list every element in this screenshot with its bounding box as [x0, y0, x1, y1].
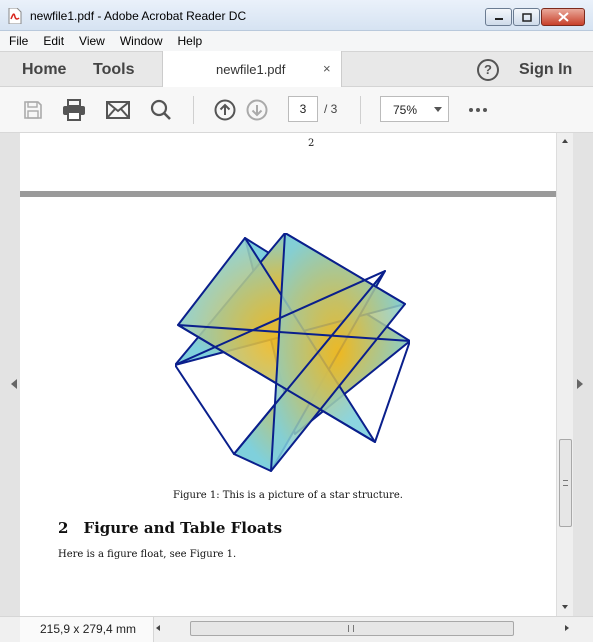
close-window-button[interactable] — [541, 8, 585, 26]
right-pane-gutter — [573, 133, 593, 616]
status-bar: 215,9 x 279,4 mm — [0, 616, 593, 642]
more-tools-button[interactable] — [469, 108, 487, 112]
scroll-left-icon[interactable] — [156, 625, 160, 631]
body-text: Here is a figure float, see Figure 1. — [58, 549, 237, 560]
pdf-page-2: 2 — [20, 133, 556, 191]
document-viewer[interactable]: 2 Figure 1: This is a picture of a star … — [0, 133, 593, 616]
more-icon — [469, 108, 473, 112]
scroll-right-icon[interactable] — [565, 625, 569, 631]
minimize-button[interactable] — [485, 8, 512, 26]
page-dimensions: 215,9 x 279,4 mm — [20, 617, 154, 642]
page-number: 2 — [308, 138, 315, 149]
chevron-down-icon — [434, 107, 442, 112]
section-title: Figure and Table Floats — [83, 519, 283, 537]
more-icon-dot — [483, 108, 487, 112]
scroll-up-icon[interactable] — [562, 139, 568, 143]
left-pane-gutter — [0, 133, 20, 616]
sign-in-button[interactable]: Sign In — [519, 61, 572, 79]
menu-help[interactable]: Help — [178, 34, 203, 48]
page-up-icon — [214, 99, 236, 121]
section-heading: 2 Figure and Table Floats — [58, 519, 282, 537]
more-icon-dot — [476, 108, 480, 112]
menu-file[interactable]: File — [9, 34, 28, 48]
menu-bar: File Edit View Window Help — [0, 31, 593, 51]
expand-left-pane-icon[interactable] — [11, 379, 17, 389]
current-page-input[interactable]: 3 — [288, 96, 318, 122]
pdf-page-3: Figure 1: This is a picture of a star st… — [20, 197, 556, 616]
menu-edit[interactable]: Edit — [43, 34, 64, 48]
toolbar-divider — [360, 96, 361, 124]
save-button[interactable] — [21, 98, 45, 122]
window-title: newfile1.pdf - Adobe Acrobat Reader DC — [30, 9, 247, 23]
title-bar: newfile1.pdf - Adobe Acrobat Reader DC — [0, 0, 593, 31]
maximize-icon — [521, 12, 532, 22]
maximize-button[interactable] — [513, 8, 540, 26]
print-button[interactable] — [62, 98, 86, 122]
section-number: 2 — [58, 519, 69, 537]
help-icon[interactable]: ? — [477, 59, 499, 81]
close-icon — [557, 12, 569, 22]
toolbar: 3 / 3 75% — [0, 87, 593, 133]
window-controls — [485, 8, 585, 26]
page-up-button[interactable] — [213, 98, 237, 122]
grip-icon — [563, 480, 568, 486]
tab-tools[interactable]: Tools — [93, 61, 134, 79]
email-button[interactable] — [106, 98, 130, 122]
search-icon — [150, 99, 171, 120]
total-pages: / 3 — [324, 102, 338, 116]
menu-view[interactable]: View — [79, 34, 105, 48]
close-tab-icon[interactable]: × — [323, 61, 331, 76]
horizontal-scroll-thumb[interactable] — [190, 621, 514, 636]
horizontal-scrollbar[interactable] — [154, 620, 574, 638]
pdf-file-icon — [8, 8, 22, 24]
zoom-select[interactable]: 75% — [380, 96, 449, 122]
figure-caption: Figure 1: This is a picture of a star st… — [173, 490, 403, 501]
tab-bar: Home Tools newfile1.pdf × ? Sign In — [0, 51, 593, 88]
scroll-down-icon[interactable] — [562, 605, 568, 609]
email-icon — [106, 101, 130, 119]
star-figure — [175, 233, 410, 472]
tab-home[interactable]: Home — [22, 61, 66, 79]
page-down-button[interactable] — [245, 98, 269, 122]
print-icon — [63, 99, 85, 121]
page-down-icon — [246, 99, 268, 121]
grip-icon — [348, 625, 354, 632]
toolbar-divider — [193, 96, 194, 124]
vertical-scroll-thumb[interactable] — [559, 439, 572, 527]
vertical-scrollbar[interactable] — [556, 133, 573, 616]
menu-window[interactable]: Window — [120, 34, 163, 48]
document-tab-label: newfile1.pdf — [216, 62, 286, 77]
search-button[interactable] — [149, 98, 173, 122]
expand-right-pane-icon[interactable] — [577, 379, 583, 389]
minimize-icon — [494, 18, 503, 20]
tab-document[interactable]: newfile1.pdf × — [162, 51, 342, 88]
save-icon — [24, 101, 42, 119]
zoom-value: 75% — [393, 103, 418, 117]
